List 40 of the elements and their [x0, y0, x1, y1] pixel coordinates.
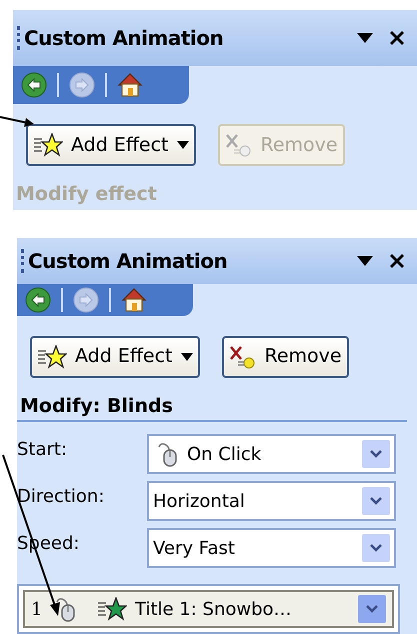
- pane-title: Custom Animation: [24, 25, 224, 52]
- add-effect-button[interactable]: Add Effect: [26, 124, 196, 166]
- grip-handle[interactable]: [17, 26, 20, 50]
- section-heading: Modify effect: [16, 183, 157, 205]
- close-icon[interactable]: [389, 253, 405, 270]
- dropdown-field[interactable]: Horizontal: [147, 481, 396, 521]
- dropdown-triangle-icon[interactable]: [357, 256, 373, 266]
- chevron-down-icon: [365, 604, 379, 614]
- dropdown-arrow-button[interactable]: [362, 440, 390, 468]
- dropdown-field[interactable]: On Click: [147, 434, 396, 474]
- dropdown-field[interactable]: Very Fast: [147, 528, 396, 568]
- close-icon[interactable]: [389, 30, 405, 46]
- add-effect-button[interactable]: Add Effect: [30, 336, 200, 378]
- dropdown-arrow-button[interactable]: [362, 487, 390, 515]
- remove-button[interactable]: Remove: [222, 336, 349, 378]
- pane-title: Custom Animation: [28, 248, 228, 276]
- caret-icon: [180, 352, 193, 360]
- chevron-down-icon: [369, 543, 383, 553]
- pointer-arrow: [0, 116, 34, 127]
- dropdown-arrow-button[interactable]: [358, 595, 386, 623]
- mouse-icon: [157, 441, 179, 467]
- chevron-down-icon: [369, 496, 383, 506]
- section-heading: Modify: Blinds: [20, 394, 173, 416]
- caret-icon: [176, 141, 189, 149]
- house-icon[interactable]: [121, 286, 147, 313]
- x-star-icon: [224, 133, 253, 157]
- dropdown-triangle-icon[interactable]: [357, 33, 373, 43]
- house-icon[interactable]: [117, 72, 143, 98]
- dropdown-arrow-button[interactable]: [362, 534, 390, 562]
- chevron-down-icon: [369, 449, 383, 459]
- effect-list-item[interactable]: 1 Title 1: Snowbo…: [23, 590, 394, 628]
- x-star-icon: [228, 344, 257, 368]
- field-label: Direction:: [17, 485, 106, 509]
- effect-name: Title 1: Snowbo…: [135, 598, 292, 622]
- star-icon: [33, 133, 63, 157]
- grip-handle[interactable]: [21, 249, 24, 274]
- effect-number: 1: [31, 598, 44, 622]
- field-label: Start:: [17, 438, 68, 462]
- star-icon: [97, 597, 127, 621]
- star-icon: [37, 344, 67, 368]
